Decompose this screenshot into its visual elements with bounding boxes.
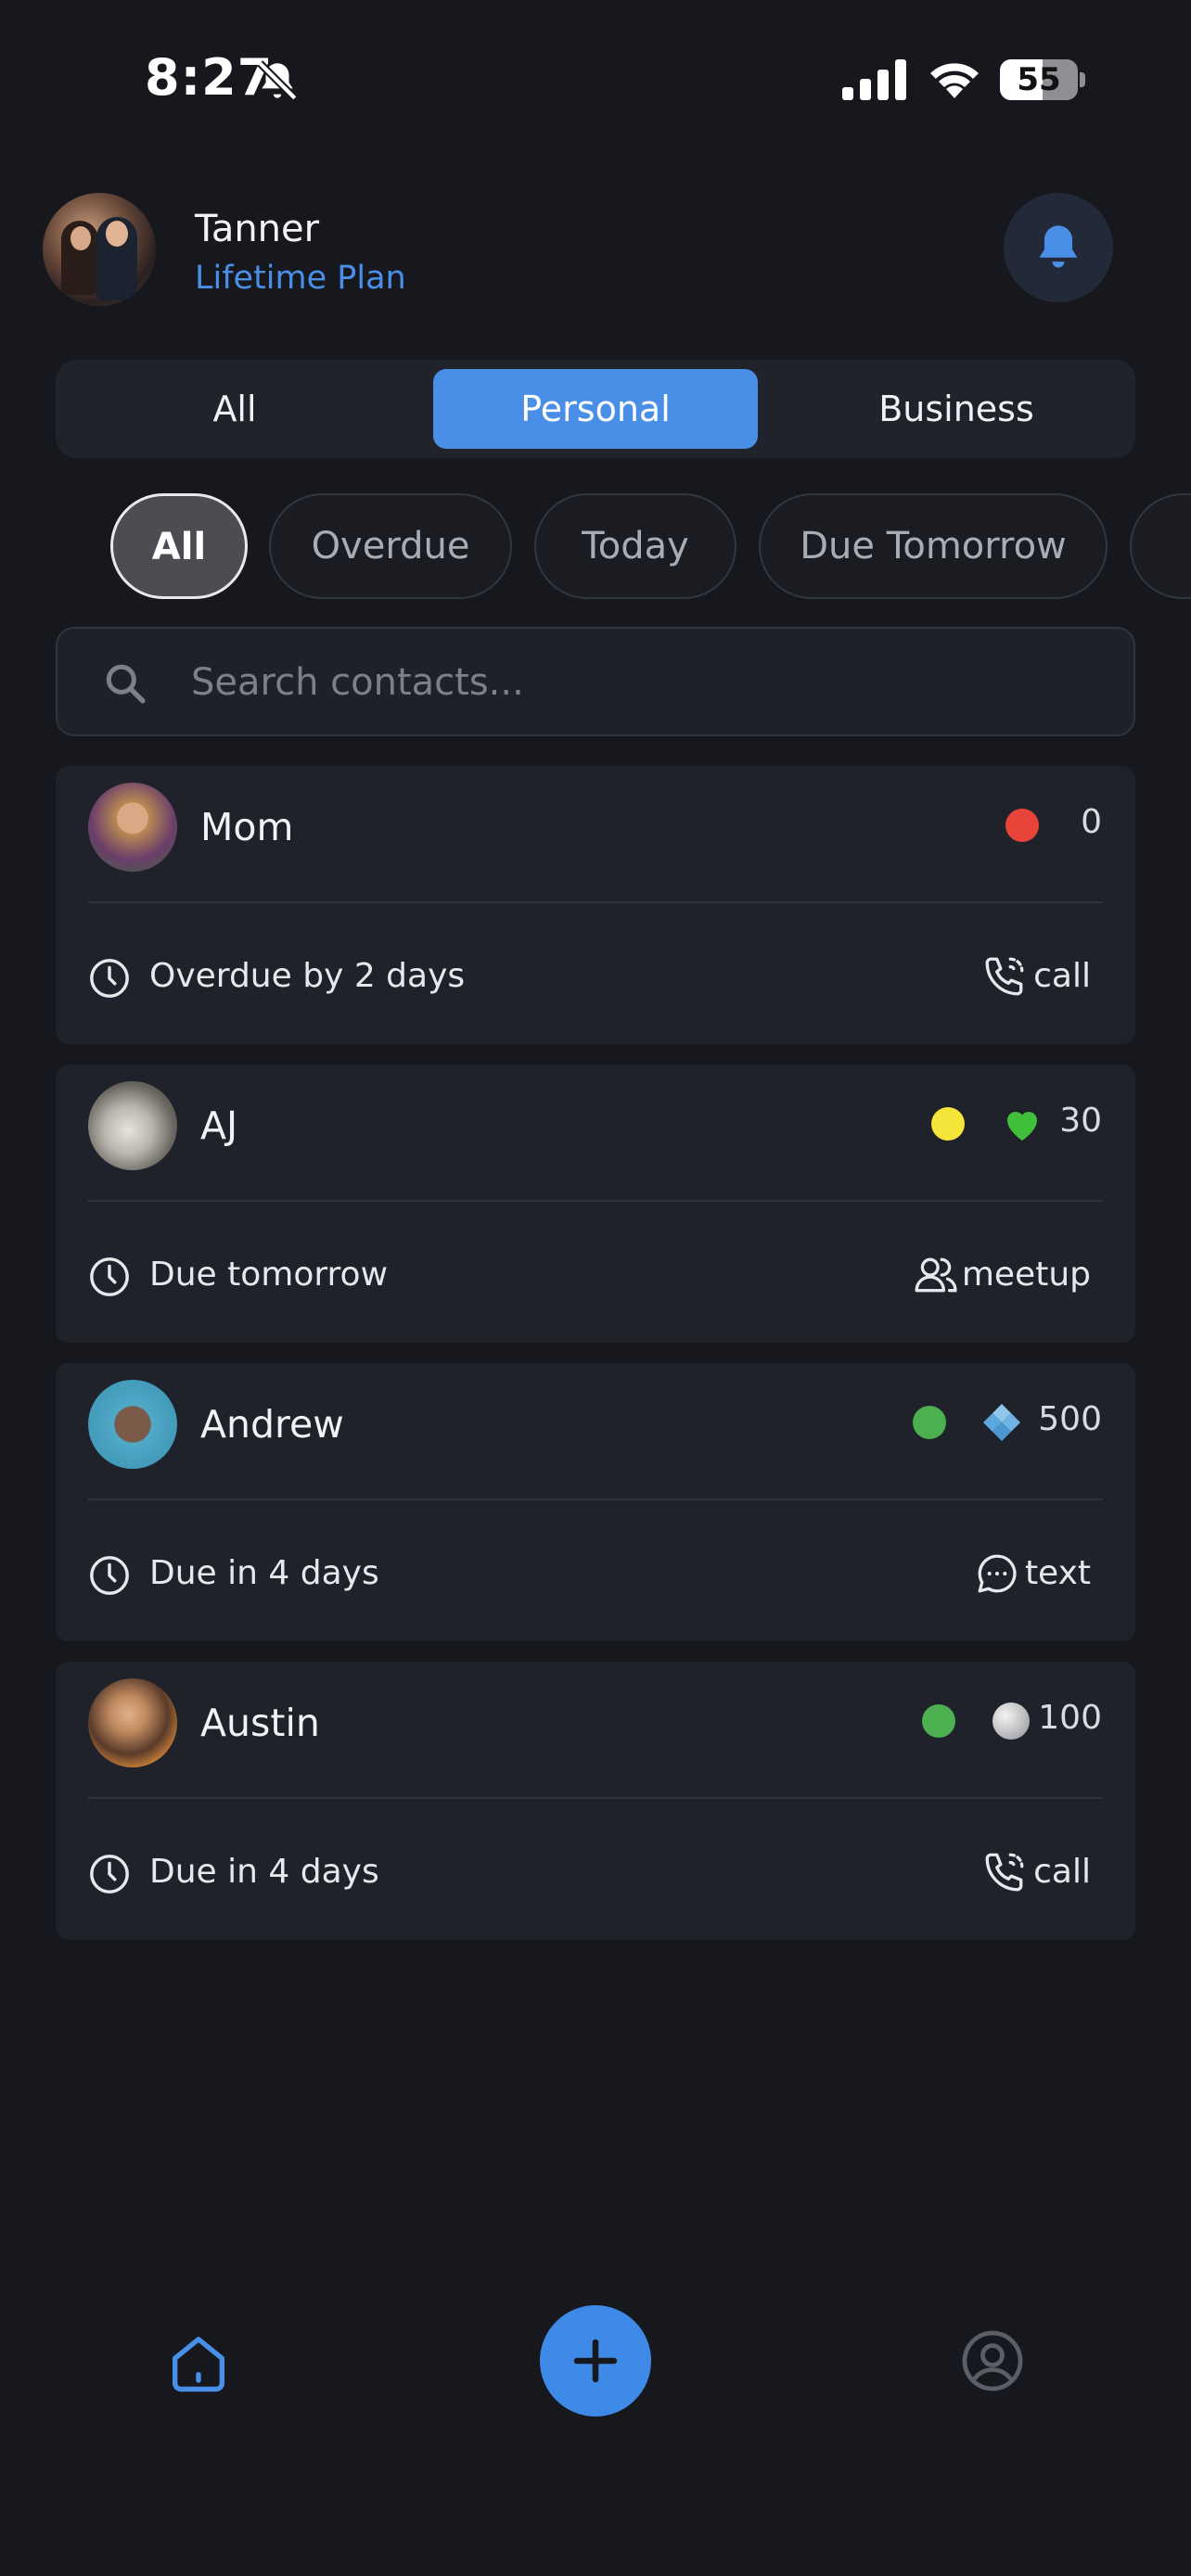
contact-card-aj[interactable]: AJ 30 Due tomorrow meetup <box>56 1065 1135 1343</box>
phone-icon[interactable] <box>981 953 1028 1000</box>
divider <box>88 901 1103 903</box>
status-bar: 8:27 55 <box>0 0 1191 158</box>
user-name: Tanner <box>195 208 320 250</box>
contact-card-mom[interactable]: Mom 0 Overdue by 2 days call <box>56 766 1135 1044</box>
clock-icon <box>90 1257 129 1296</box>
home-icon[interactable] <box>163 2327 234 2398</box>
filter-chips: All Overdue Today Due Tomorrow <box>0 491 1191 601</box>
tab-all[interactable]: All <box>74 369 395 449</box>
green-heart-icon <box>1007 1112 1037 1141</box>
status-dot <box>931 1107 965 1141</box>
bottom-nav <box>0 2281 1191 2439</box>
category-tabs: All Personal Business <box>56 360 1135 458</box>
filter-overdue[interactable]: Overdue <box>269 493 512 599</box>
due-text: Overdue by 2 days <box>149 957 466 995</box>
divider <box>88 1797 1103 1799</box>
notifications-button[interactable] <box>1004 193 1113 302</box>
signal-icon <box>842 59 906 100</box>
avatar <box>88 1380 177 1469</box>
filter-more[interactable] <box>1130 493 1191 599</box>
battery-indicator: 55 <box>1000 59 1085 100</box>
contact-name: Andrew <box>200 1402 344 1447</box>
action-label[interactable]: call <box>1033 957 1091 995</box>
tab-personal[interactable]: Personal <box>433 369 758 449</box>
divider <box>88 1498 1103 1500</box>
avatar <box>88 1678 177 1767</box>
status-dot <box>913 1406 946 1439</box>
filter-all[interactable]: All <box>110 493 248 599</box>
phone-icon[interactable] <box>981 1849 1028 1895</box>
contact-name: AJ <box>200 1103 238 1148</box>
people-icon[interactable] <box>913 1252 959 1298</box>
silver-circle-icon <box>992 1702 1030 1740</box>
action-label[interactable]: meetup <box>962 1256 1091 1294</box>
plus-icon <box>573 2339 618 2383</box>
avatar <box>88 783 177 872</box>
due-text: Due in 4 days <box>149 1554 379 1592</box>
battery-level: 55 <box>1017 61 1061 98</box>
search-icon <box>106 664 146 704</box>
contact-card-austin[interactable]: Austin 100 Due in 4 days call <box>56 1662 1135 1940</box>
app-screen: 8:27 55 Tanner Lifetime Plan All Persona… <box>0 0 1191 2576</box>
search-input[interactable] <box>191 657 1026 708</box>
contact-score: 100 <box>1038 1699 1102 1737</box>
clock-icon <box>90 1855 129 1894</box>
bell-icon <box>1039 225 1078 268</box>
status-dot <box>1005 809 1039 842</box>
divider <box>88 1200 1103 1202</box>
chat-icon[interactable] <box>974 1550 1020 1597</box>
status-dot <box>922 1704 955 1738</box>
contact-name: Mom <box>200 805 294 849</box>
profile-avatar[interactable] <box>43 193 156 306</box>
bell-off-icon <box>257 60 298 101</box>
clock-icon <box>90 1556 129 1595</box>
add-contact-button[interactable] <box>540 2305 651 2417</box>
clock-icon <box>90 959 129 998</box>
filter-today[interactable]: Today <box>534 493 736 599</box>
contact-score: 30 <box>1059 1102 1102 1140</box>
contact-name: Austin <box>200 1701 320 1745</box>
action-label[interactable]: text <box>1025 1554 1091 1592</box>
search-bar <box>56 627 1135 736</box>
avatar <box>88 1081 177 1170</box>
contact-score: 0 <box>1081 803 1102 841</box>
due-text: Due tomorrow <box>149 1256 389 1294</box>
user-plan: Lifetime Plan <box>195 260 406 297</box>
diamond-icon <box>983 1404 1020 1441</box>
profile-icon[interactable] <box>959 2327 1026 2394</box>
filter-due-tomorrow[interactable]: Due Tomorrow <box>759 493 1108 599</box>
tab-business[interactable]: Business <box>796 369 1117 449</box>
due-text: Due in 4 days <box>149 1853 379 1891</box>
action-label[interactable]: call <box>1033 1853 1091 1891</box>
wifi-icon <box>930 63 979 98</box>
contact-card-andrew[interactable]: Andrew 500 Due in 4 days text <box>56 1363 1135 1641</box>
contact-score: 500 <box>1038 1400 1102 1438</box>
